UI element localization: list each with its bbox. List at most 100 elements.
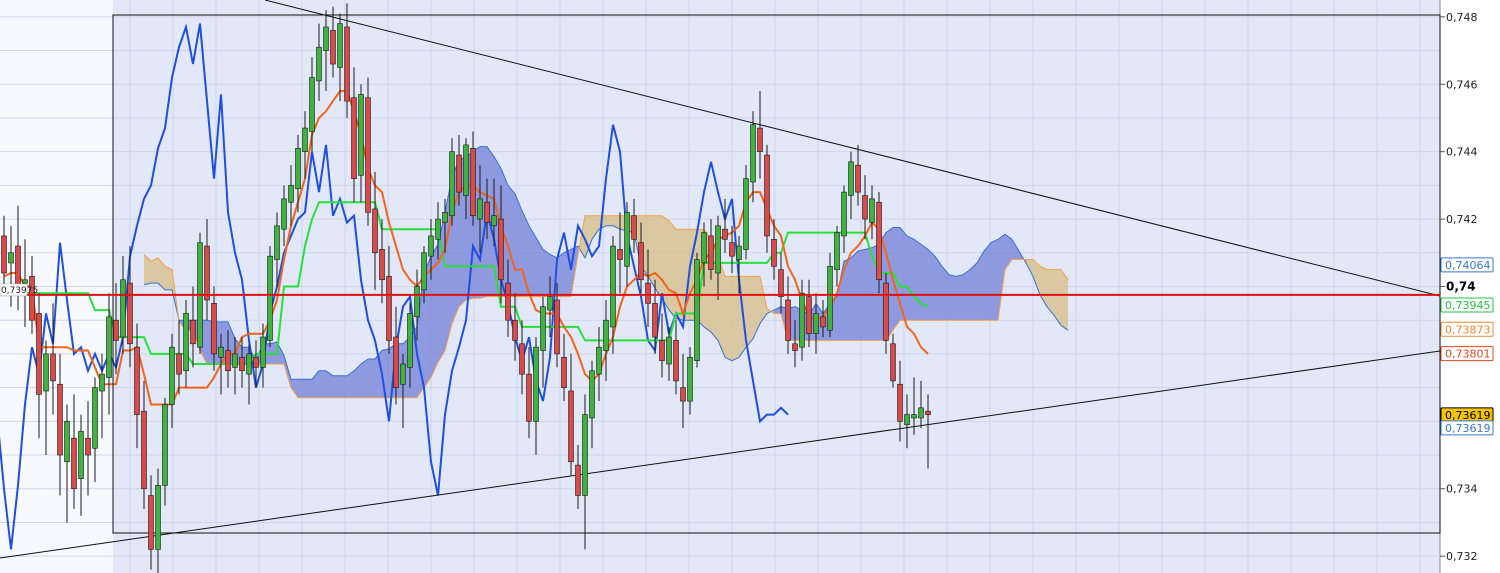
bullish-candle-body (449, 151, 455, 217)
bearish-candle-body (771, 239, 777, 267)
candlestick[interactable] (197, 232, 203, 354)
bullish-candle-body (120, 279, 126, 338)
axis-price-tag: 0,73801 (1440, 346, 1494, 362)
bearish-candle-body (71, 437, 77, 490)
bearish-candle-body (141, 410, 147, 490)
candlestick[interactable] (365, 77, 371, 226)
bullish-candle-body (799, 292, 805, 348)
bullish-candle-body (267, 255, 273, 341)
bearish-candle-body (85, 437, 91, 456)
bullish-candle-body (155, 485, 161, 550)
bullish-candle-body (463, 144, 469, 196)
chart-root: 0,73975 0,748 0,746 0,744 0,742 0,74 0,734 0,7… (0, 0, 1500, 573)
cloud-segment (564, 249, 571, 297)
bullish-candle-body (869, 198, 875, 223)
bullish-candle-body (8, 252, 14, 264)
bullish-candle-body (421, 252, 427, 291)
bullish-candle-body (43, 353, 49, 392)
bullish-candle-body (827, 265, 833, 331)
bearish-candle-body (561, 356, 567, 388)
bearish-candle-body (344, 26, 350, 102)
bearish-candle-body (113, 319, 119, 341)
bullish-candle-body (183, 313, 189, 372)
bearish-candle-body (820, 316, 826, 328)
candlestick[interactable] (876, 192, 882, 294)
bullish-candle-body (316, 46, 322, 82)
bearish-candle-body (253, 356, 259, 368)
bearish-candle-body (806, 296, 812, 334)
axis-price-tag: 0,74064 (1440, 257, 1494, 273)
bullish-candle-body (813, 313, 819, 334)
bearish-candle-body (659, 340, 665, 361)
axis-price-tag: 0,73873 (1440, 321, 1494, 337)
bullish-candle-body (848, 161, 854, 196)
cloud-segment (305, 379, 312, 398)
bullish-candle-body (281, 198, 287, 230)
bullish-candle-body (428, 235, 434, 257)
bullish-candle-body (414, 286, 420, 318)
bearish-candle-body (645, 282, 651, 304)
cloud-segment (928, 249, 935, 321)
bullish-candle-body (603, 319, 609, 351)
bearish-candle-body (631, 215, 637, 240)
bearish-candle-body (204, 245, 210, 301)
axis-price-tag: 0,73619 (1440, 420, 1494, 436)
bearish-candle-body (883, 282, 889, 341)
bearish-candle-body (365, 97, 371, 213)
bullish-candle-body (715, 225, 721, 274)
cloud-segment (935, 256, 942, 321)
bullish-candle-body (834, 232, 840, 270)
bullish-candle-body (99, 373, 105, 392)
bullish-candle-body (540, 306, 546, 351)
axis-price-tag: 0,73945 (1440, 297, 1494, 313)
bearish-candle-body (50, 353, 56, 382)
bearish-candle-body (729, 242, 735, 257)
bearish-candle-body (568, 390, 574, 463)
bearish-candle-body (29, 276, 35, 321)
bullish-candle-body (750, 124, 756, 183)
axis-tick-label: 0,734 (1446, 483, 1478, 496)
axis-tick-label: 0,748 (1446, 11, 1478, 24)
bullish-candle-body (274, 225, 280, 260)
cloud-segment (984, 242, 991, 321)
cloud-segment (942, 266, 949, 321)
bearish-candle-body (484, 201, 490, 223)
bullish-candle-body (491, 215, 497, 227)
bearish-candle-body (330, 30, 336, 65)
candlestick[interactable] (743, 165, 749, 260)
bullish-candle-body (624, 212, 630, 267)
cloud-segment (991, 239, 998, 321)
cloud-segment (746, 276, 753, 348)
cloud-segment (669, 220, 676, 319)
bearish-candle-body (211, 303, 217, 355)
candlestick[interactable] (694, 252, 700, 368)
bullish-candle-body (918, 407, 924, 419)
bullish-candle-body (295, 148, 301, 190)
bearish-candle-body (15, 245, 21, 291)
price-chart[interactable]: 0,73975 0,748 0,746 0,744 0,742 0,74 0,734 0,7… (0, 0, 1500, 573)
bearish-candle-body (519, 343, 525, 375)
bearish-candle-body (897, 383, 903, 422)
bearish-candle-body (757, 127, 763, 152)
cloud-segment (732, 276, 739, 361)
bearish-candle-body (764, 154, 770, 237)
bearish-candle-body (498, 218, 504, 281)
bearish-candle-body (505, 282, 511, 321)
bearish-candle-body (680, 387, 686, 402)
bullish-candle-body (911, 414, 917, 419)
cloud-segment (368, 358, 375, 398)
bullish-candle-body (736, 245, 742, 260)
price-tag-label: 0,73801 (1445, 348, 1491, 361)
candlestick[interactable] (267, 246, 273, 348)
bearish-candle-body (379, 249, 385, 281)
bearish-candle-body (638, 242, 644, 281)
bullish-candle-body (302, 127, 308, 152)
cloud-segment (676, 229, 683, 321)
bullish-candle-body (337, 23, 343, 68)
bullish-candle-body (904, 414, 910, 425)
bearish-candle-body (792, 343, 798, 351)
bullish-candle-body (106, 316, 112, 378)
bearish-candle-body (876, 201, 882, 281)
bearish-candle-body (785, 299, 791, 341)
cloud-segment (340, 375, 347, 398)
